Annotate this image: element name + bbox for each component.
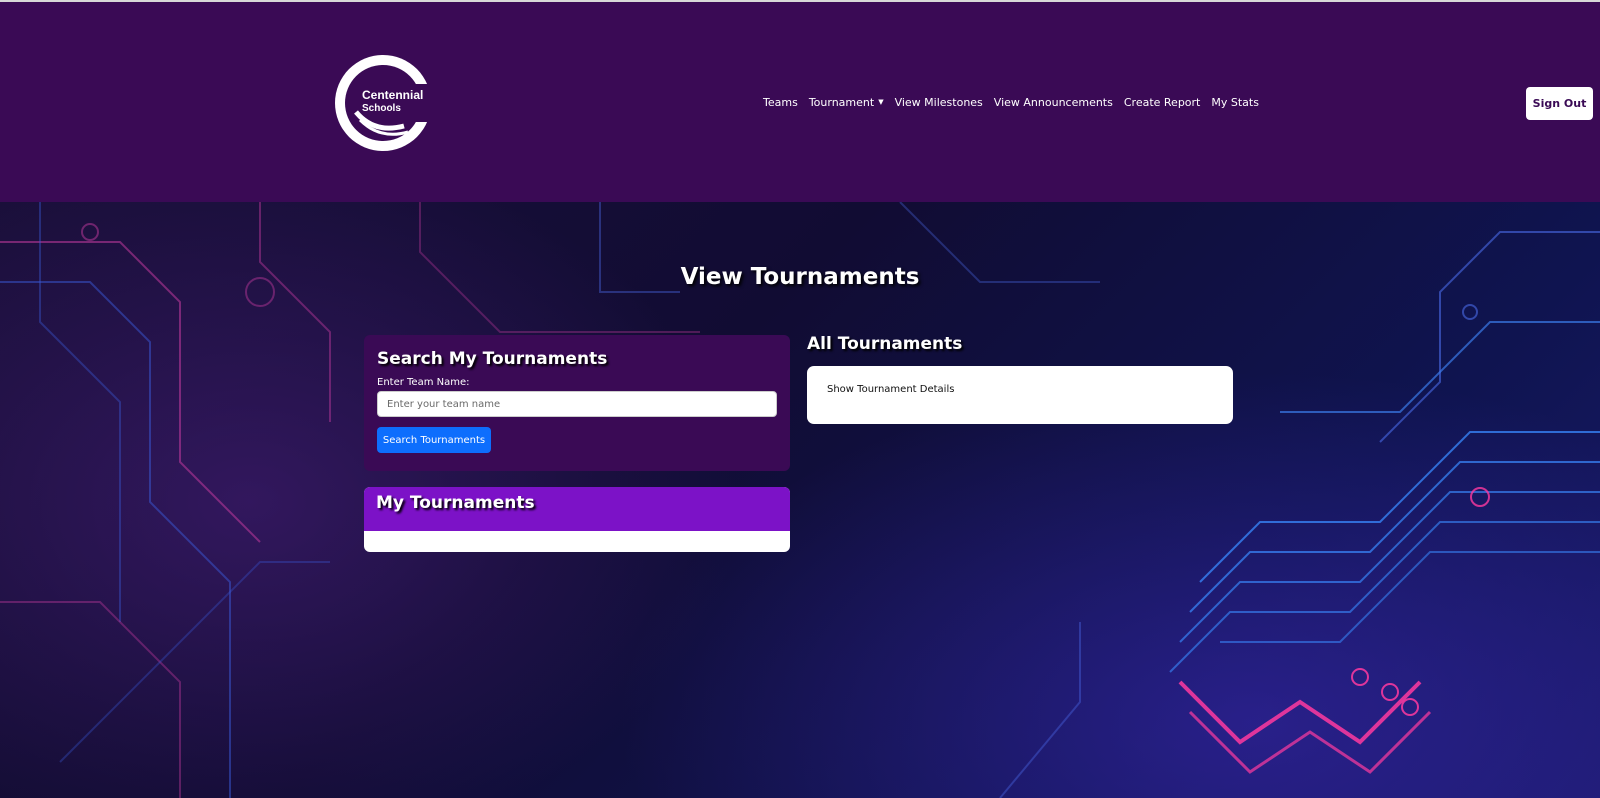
sign-out-button[interactable]: Sign Out <box>1526 87 1593 120</box>
show-tournament-details-toggle[interactable]: Show Tournament Details <box>827 384 1213 395</box>
team-name-label: Enter Team Name: <box>377 377 470 388</box>
caret-down-icon: ▼ <box>878 98 884 106</box>
circuit-background-image <box>0 202 1600 798</box>
my-tournaments-card: My Tournaments <box>364 487 790 552</box>
search-tournaments-button[interactable]: Search Tournaments <box>377 427 491 453</box>
team-name-input[interactable] <box>377 391 777 417</box>
nav-link-my-stats[interactable]: My Stats <box>1211 96 1259 109</box>
search-card-title: Search My Tournaments <box>377 349 608 369</box>
all-tournaments-title: All Tournaments <box>807 334 963 354</box>
all-tournaments-card: Show Tournament Details <box>807 366 1233 424</box>
search-my-tournaments-card: Search My Tournaments Enter Team Name: S… <box>364 335 790 471</box>
nav-link-view-milestones[interactable]: View Milestones <box>895 96 983 109</box>
nav-link-teams[interactable]: Teams <box>763 96 798 109</box>
logo-text-line1: Centennial <box>362 88 423 102</box>
page-title: View Tournaments <box>680 264 920 290</box>
nav-dropdown-tournament[interactable]: Tournament ▼ <box>809 96 884 109</box>
top-navbar: Centennial Schools Teams Tournament ▼ Vie… <box>0 0 1600 202</box>
logo-text-line2: Schools <box>362 103 401 114</box>
my-tournaments-title: My Tournaments <box>376 493 535 513</box>
my-tournaments-header: My Tournaments <box>364 487 790 531</box>
nav-link-tournament-label: Tournament <box>808 96 875 109</box>
centennial-schools-logo[interactable]: Centennial Schools <box>334 54 432 152</box>
nav-link-create-report[interactable]: Create Report <box>1124 96 1201 109</box>
nav-link-view-announcements[interactable]: View Announcements <box>994 96 1113 109</box>
nav-links: Teams Tournament ▼ View Milestones View A… <box>763 96 1259 109</box>
